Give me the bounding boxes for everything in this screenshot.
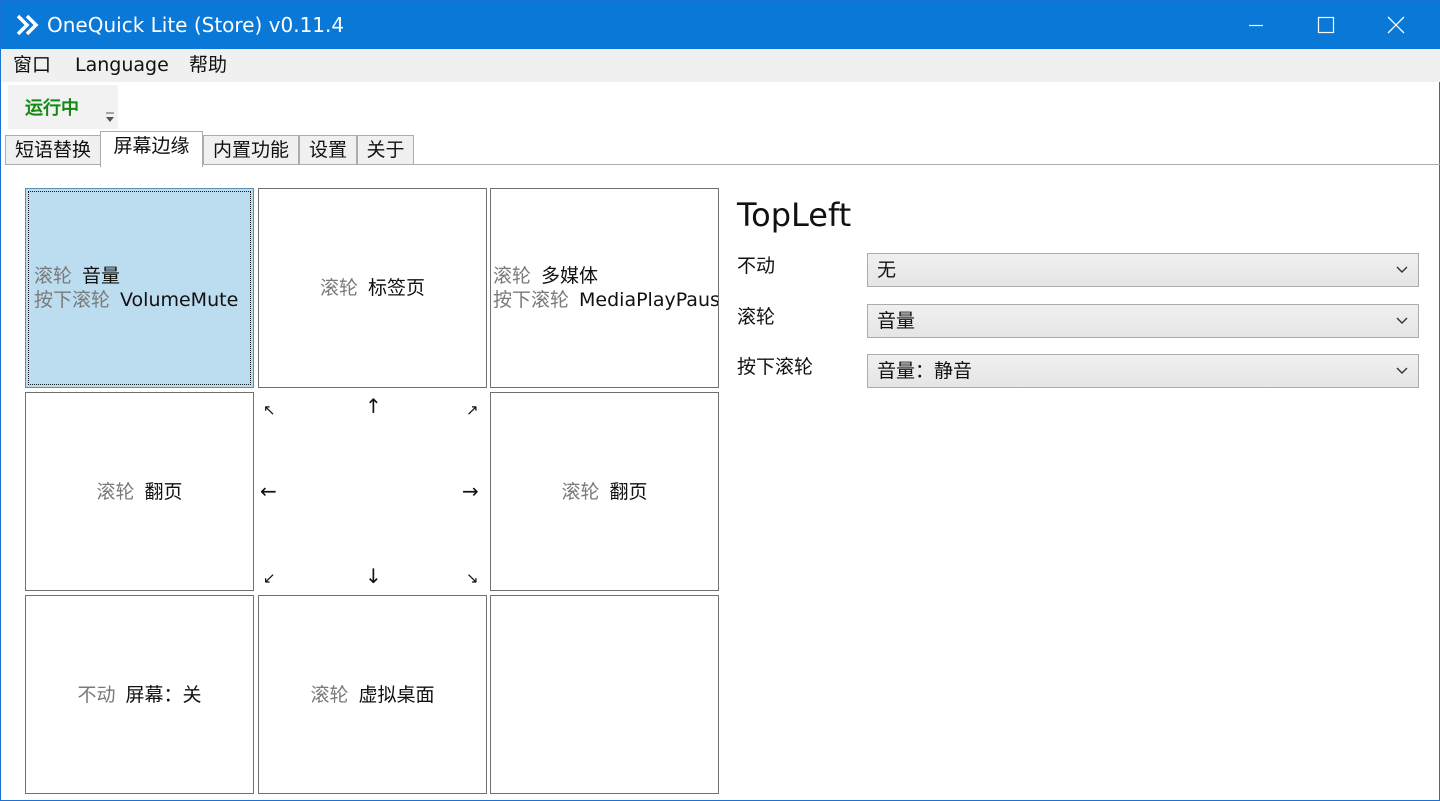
arrow-down-left-icon: ↙	[263, 569, 276, 587]
edge-cell-bottom-left[interactable]: 不动 屏幕：关	[25, 595, 254, 794]
edge-cell-top-left[interactable]: 滚轮 音量 按下滚轮 VolumeMute	[25, 188, 254, 388]
selected-edge-title: TopLeft	[737, 196, 852, 234]
idle-action-label: 不动	[737, 255, 776, 277]
edge-cell-right[interactable]: 滚轮 翻页	[490, 392, 719, 591]
tab-phrase-replace[interactable]: 短语替换	[5, 135, 101, 165]
wheel-action-label: 滚轮	[737, 306, 776, 328]
tab-label: 内置功能	[212, 139, 289, 161]
wheel-press-action-select[interactable]: 音量：静音	[867, 354, 1419, 388]
dropdown-arrow-icon	[104, 109, 116, 123]
arrow-left-icon: ←	[260, 479, 277, 503]
title-bar[interactable]: OneQuick Lite (Store) v0.11.4	[1, 1, 1440, 49]
minimize-icon	[1249, 24, 1263, 27]
tab-settings[interactable]: 设置	[299, 135, 357, 165]
window-title: OneQuick Lite (Store) v0.11.4	[47, 13, 345, 37]
select-value: 音量	[877, 310, 916, 332]
tab-label: 设置	[308, 139, 347, 161]
cell-line: 滚轮 标签页	[319, 277, 426, 299]
maximize-icon	[1317, 16, 1335, 34]
chevron-down-icon	[1396, 317, 1408, 324]
edge-cell-left[interactable]: 滚轮 翻页	[25, 392, 254, 591]
menu-language[interactable]: Language	[75, 53, 169, 77]
status-label: 运行中	[25, 98, 79, 119]
edge-cell-top[interactable]: 滚轮 标签页	[258, 188, 487, 388]
arrow-up-right-icon: ↗	[466, 401, 479, 419]
menu-bar: 窗口 Language 帮助	[1, 49, 1440, 82]
tab-label: 屏幕边缘	[113, 135, 190, 157]
running-status-button[interactable]: 运行中	[8, 85, 118, 129]
tab-screen-edge[interactable]: 屏幕边缘	[100, 131, 203, 167]
close-button[interactable]	[1361, 1, 1431, 49]
arrow-up-left-icon: ↖	[263, 401, 276, 419]
cell-line: 滚轮 虚拟桌面	[310, 683, 435, 706]
chevron-down-icon	[1396, 266, 1408, 273]
close-icon	[1387, 16, 1405, 34]
wheel-press-action-label: 按下滚轮	[737, 356, 814, 378]
cell-line: 滚轮 多媒体	[493, 265, 599, 287]
direction-arrows: ↖ ↑ ↗ ← → ↙ ↓ ↘	[257, 392, 488, 592]
arrow-right-icon: →	[462, 479, 479, 503]
cell-line: 按下滚轮 MediaPlayPause	[493, 289, 719, 311]
cell-line: 不动 屏幕：关	[77, 683, 202, 706]
tab-strip: 短语替换 屏幕边缘 内置功能 设置 关于	[1, 129, 1440, 167]
tab-builtin-functions[interactable]: 内置功能	[203, 135, 299, 165]
select-value: 无	[877, 259, 897, 281]
minimize-button[interactable]	[1221, 1, 1291, 49]
edge-cell-bottom-right[interactable]	[490, 595, 719, 794]
cell-line: 滚轮 音量	[34, 265, 121, 287]
arrow-up-icon: ↑	[365, 394, 382, 418]
app-window: OneQuick Lite (Store) v0.11.4 窗口 Languag…	[0, 0, 1440, 801]
tab-divider	[5, 164, 1440, 165]
edge-cell-top-right[interactable]: 滚轮 多媒体 按下滚轮 MediaPlayPause	[490, 188, 719, 388]
cell-line: 滚轮 翻页	[96, 480, 183, 503]
app-logo-icon	[15, 13, 41, 37]
arrow-down-icon: ↓	[365, 564, 382, 588]
menu-window[interactable]: 窗口	[13, 53, 51, 77]
idle-action-select[interactable]: 无	[867, 253, 1419, 287]
cell-line: 滚轮 翻页	[561, 480, 648, 503]
arrow-down-right-icon: ↘	[466, 569, 479, 587]
edge-cell-bottom[interactable]: 滚轮 虚拟桌面	[258, 595, 487, 794]
select-value: 音量：静音	[877, 360, 973, 382]
menu-help[interactable]: 帮助	[189, 53, 227, 77]
tab-about[interactable]: 关于	[357, 135, 414, 165]
tab-label: 短语替换	[14, 139, 91, 161]
maximize-button[interactable]	[1291, 1, 1361, 49]
cell-line: 按下滚轮 VolumeMute	[34, 289, 239, 311]
chevron-down-icon	[1396, 367, 1408, 374]
wheel-action-select[interactable]: 音量	[867, 304, 1419, 338]
tab-label: 关于	[366, 139, 405, 161]
